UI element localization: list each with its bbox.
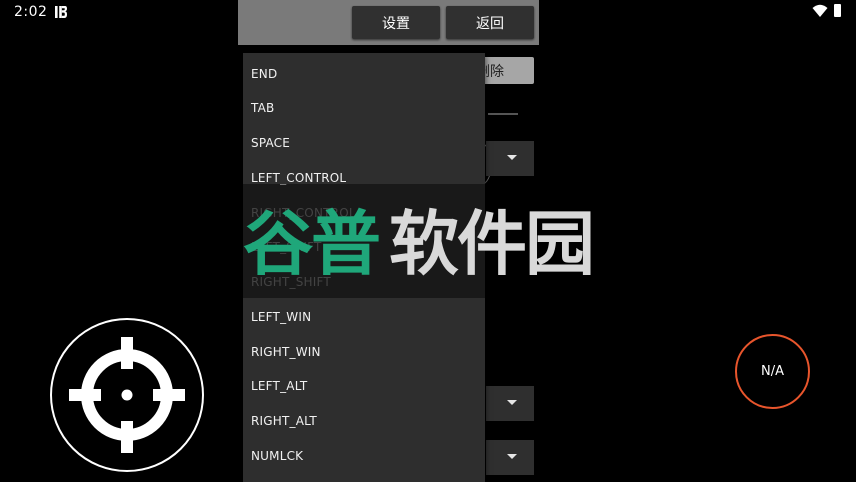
status-time: 2:02	[14, 4, 48, 20]
dropdown-item[interactable]: TAB	[251, 101, 274, 115]
spinner-2[interactable]	[486, 386, 534, 421]
panel-header: 设置 返回	[238, 0, 539, 45]
spinner-1[interactable]	[486, 141, 534, 176]
dropdown-item[interactable]: END	[251, 67, 277, 81]
input-underline	[488, 113, 518, 115]
wifi-icon	[812, 4, 828, 17]
dropdown-item[interactable]: LEFT_WIN	[251, 310, 311, 324]
spinner-3[interactable]	[486, 440, 534, 475]
battery-icon	[834, 4, 841, 17]
dropdown-item[interactable]: RIGHT_ALT	[251, 414, 317, 428]
svg-text:软件园: 软件园	[389, 203, 593, 284]
chevron-down-icon	[507, 454, 517, 459]
watermark-logo: 谷普 软件园	[243, 203, 595, 284]
chevron-down-icon	[507, 400, 517, 405]
back-button[interactable]: 返回	[446, 6, 534, 39]
chevron-down-icon	[507, 155, 517, 160]
notification-app-icon	[55, 6, 67, 18]
na-button[interactable]: N/A	[735, 334, 810, 409]
dropdown-item[interactable]: LEFT_ALT	[251, 379, 307, 393]
crosshair-icon	[69, 337, 185, 453]
dropdown-item[interactable]: RIGHT_WIN	[251, 345, 321, 359]
dropdown-item[interactable]: SPACE	[251, 136, 290, 150]
settings-button[interactable]: 设置	[352, 6, 440, 39]
svg-text:谷普: 谷普	[243, 203, 379, 284]
dropdown-item[interactable]: LEFT_CONTROL	[251, 171, 346, 185]
dropdown-item[interactable]: NUMLCK	[251, 449, 303, 463]
screen: 2:02 设置 返回 删除 END TAB SPACE LEFT_CONTROL	[0, 0, 856, 482]
